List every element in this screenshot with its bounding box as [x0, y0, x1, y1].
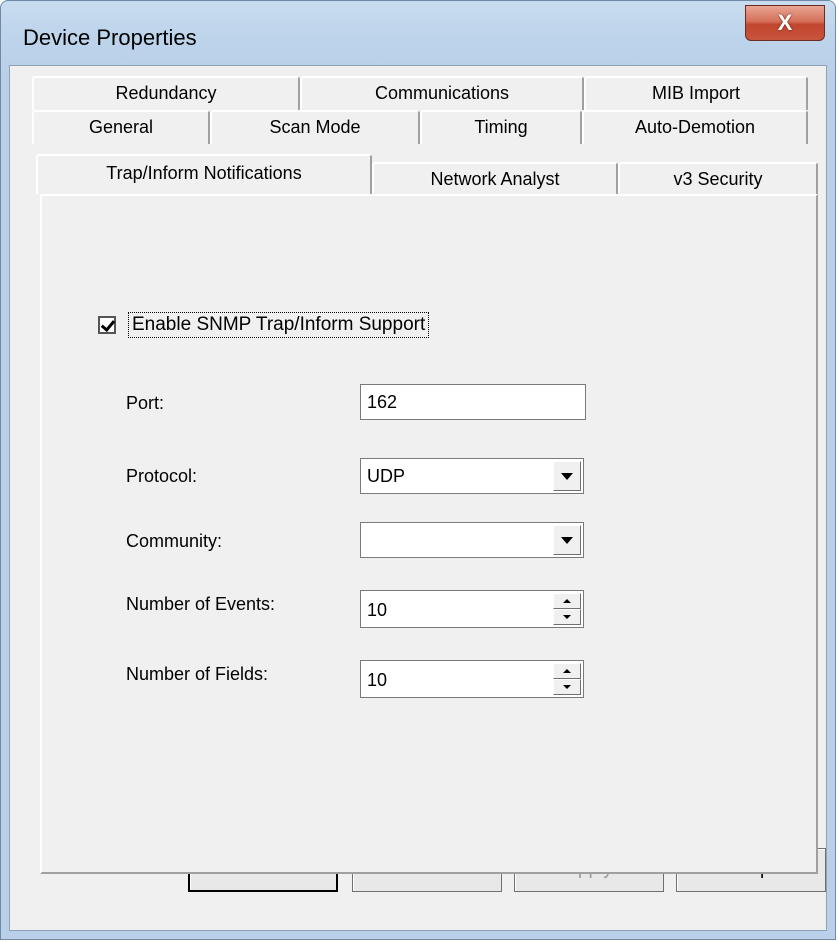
protocol-select[interactable]: UDP — [360, 458, 584, 494]
tab-communications[interactable]: Communications — [300, 76, 584, 110]
tab-timing[interactable]: Timing — [420, 110, 582, 144]
tab-redundancy[interactable]: Redundancy — [32, 76, 300, 110]
close-icon: X — [777, 10, 793, 35]
enable-snmp-row[interactable]: Enable SNMP Trap/Inform Support — [98, 312, 430, 338]
events-label: Number of Events: — [126, 594, 276, 614]
tab-general[interactable]: General — [32, 110, 210, 144]
community-select[interactable] — [360, 522, 584, 558]
trap-inform-panel: Enable SNMP Trap/Inform Support Port: 16… — [40, 194, 818, 874]
community-dropdown-icon[interactable] — [553, 525, 581, 555]
fields-spin-buttons[interactable] — [553, 663, 581, 695]
title-bar[interactable]: Device Properties X — [1, 1, 835, 65]
tab-v3-security[interactable]: v3 Security — [618, 162, 818, 196]
protocol-value: UDP — [367, 466, 406, 486]
fields-spin-down-icon[interactable] — [553, 679, 581, 695]
fields-spin-up-icon[interactable] — [553, 663, 581, 679]
fields-spinner[interactable]: 10 — [360, 660, 584, 698]
enable-snmp-label[interactable]: Enable SNMP Trap/Inform Support — [128, 312, 430, 338]
tab-network-analyst[interactable]: Network Analyst — [372, 162, 618, 196]
window-title: Device Properties — [23, 25, 197, 50]
community-label: Community: — [126, 531, 223, 551]
events-spin-down-icon[interactable] — [553, 609, 581, 625]
dialog-client-area: Redundancy Communications MIB Import Gen… — [9, 65, 827, 931]
events-spinner[interactable]: 10 — [360, 590, 584, 628]
events-value: 10 — [367, 600, 388, 620]
port-value: 162 — [367, 392, 398, 412]
port-label: Port: — [126, 393, 165, 413]
tab-scan-mode[interactable]: Scan Mode — [210, 110, 420, 144]
events-spin-up-icon[interactable] — [553, 593, 581, 609]
close-button[interactable]: X — [745, 5, 825, 41]
fields-value: 10 — [367, 670, 388, 690]
port-input[interactable]: 162 — [360, 384, 586, 420]
device-properties-window: Device Properties X Redundancy Communica… — [0, 0, 836, 940]
enable-snmp-checkbox[interactable] — [98, 316, 116, 334]
protocol-label: Protocol: — [126, 466, 198, 486]
events-spin-buttons[interactable] — [553, 593, 581, 625]
tab-trap-inform-notifications[interactable]: Trap/Inform Notifications — [36, 154, 372, 194]
protocol-dropdown-icon[interactable] — [553, 461, 581, 491]
tab-mib-import[interactable]: MIB Import — [584, 76, 808, 110]
fields-label: Number of Fields: — [126, 664, 269, 684]
tab-auto-demotion[interactable]: Auto-Demotion — [582, 110, 808, 144]
